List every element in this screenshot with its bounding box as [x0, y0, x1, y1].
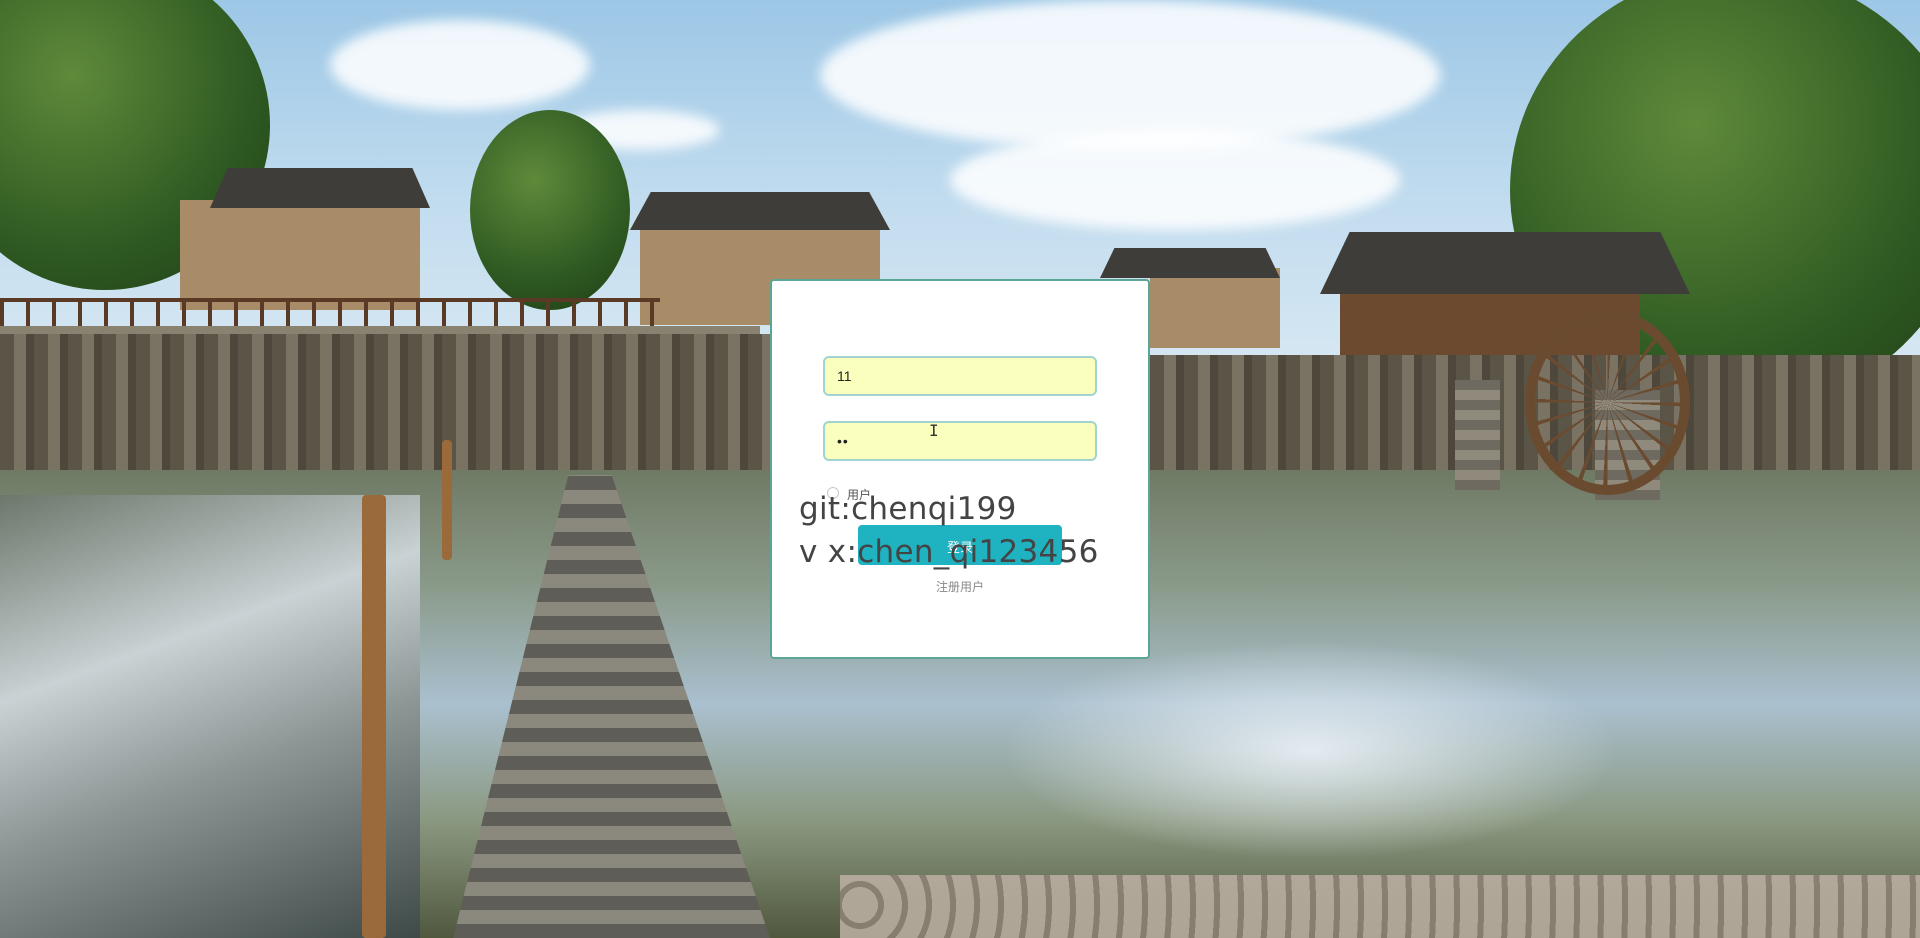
roof: [630, 192, 890, 230]
cloud: [820, 0, 1440, 150]
cloud: [330, 20, 590, 110]
login-card: 11 •• 用户 登录 注册用户 git:chenqi199 v x:chen_…: [770, 279, 1150, 659]
riverbank-stones: [840, 875, 1920, 938]
bridge-post: [442, 440, 452, 560]
rapids: [0, 495, 420, 938]
roof: [210, 168, 430, 208]
cloud: [950, 130, 1400, 230]
tree: [470, 110, 630, 310]
password-input[interactable]: ••: [823, 421, 1097, 461]
text-cursor-icon: I: [929, 421, 939, 440]
wall-cap: [0, 326, 760, 334]
register-link[interactable]: 注册用户: [772, 578, 1148, 595]
house: [180, 200, 420, 310]
house: [1150, 268, 1280, 348]
git-watermark: git:chenqi199: [799, 491, 1017, 527]
mill-pillar: [1455, 380, 1500, 490]
sky-reflection: [1000, 640, 1620, 860]
roof: [1320, 232, 1690, 294]
water-wheel: [1525, 310, 1690, 495]
wechat-watermark: v x:chen_qi123456: [799, 534, 1099, 570]
roof: [1100, 248, 1280, 278]
username-input[interactable]: 11: [823, 356, 1097, 396]
bridge-post: [362, 495, 386, 938]
